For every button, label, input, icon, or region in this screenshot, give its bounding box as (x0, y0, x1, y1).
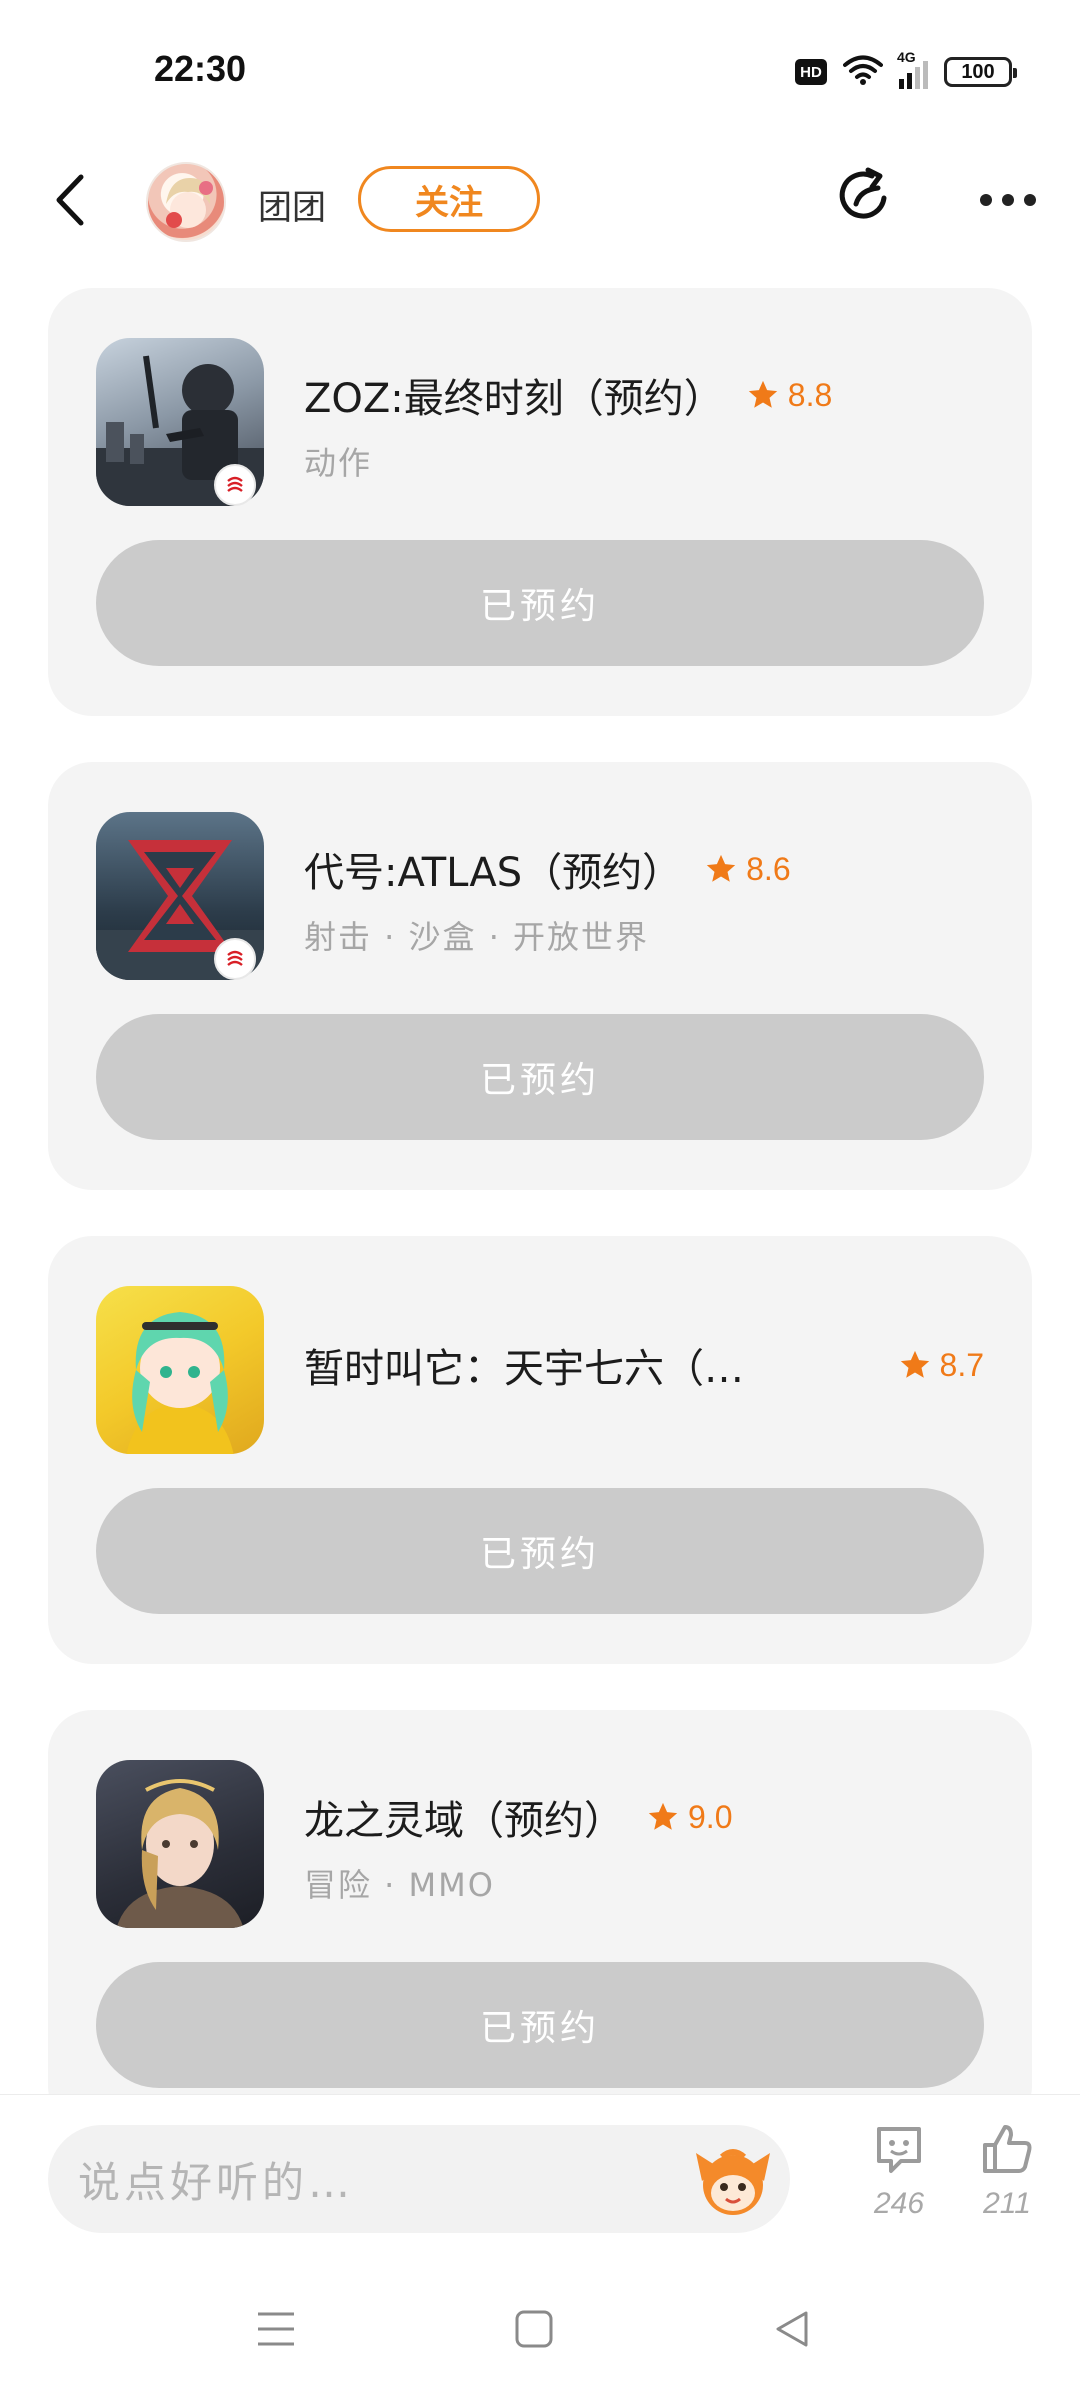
battery-icon: 100 (944, 57, 1017, 87)
comment-input[interactable]: 说点好听的… (48, 2125, 790, 2233)
game-title-row: 代号:ATLAS（预约） 8.6 (304, 840, 984, 898)
home-button[interactable] (494, 2294, 574, 2364)
rating-value: 9.0 (688, 1798, 733, 1835)
game-rating: 8.6 (704, 850, 791, 888)
thumbs-up-icon (983, 2125, 1032, 2173)
star-icon (648, 1802, 678, 1830)
star-icon (748, 380, 777, 408)
game-title-row: 暂时叫它：天宇七六（… 8.7 (304, 1336, 984, 1394)
game-rating: 8.7 (898, 1347, 984, 1384)
like-action[interactable]: 211 (962, 2121, 1052, 2221)
user-name[interactable]: 团团 (258, 180, 326, 229)
game-card[interactable]: 暂时叫它：天宇七六（… 8.7 已预约 (48, 1236, 1032, 1664)
game-title-row: ZOZ:最终时刻（预约） 8.8 (304, 366, 984, 424)
like-count: 211 (983, 2187, 1031, 2220)
share-button[interactable] (830, 150, 900, 240)
reserved-button[interactable]: 已预约 (96, 540, 984, 666)
game-title[interactable]: 代号:ATLAS（预约） (304, 840, 682, 898)
rating-value: 8.7 (939, 1346, 984, 1383)
system-back-button[interactable] (752, 2294, 832, 2364)
star-icon (900, 1350, 929, 1378)
netease-icon (214, 938, 256, 980)
network-type-label: 4G (897, 49, 916, 65)
comment-count: 246 (873, 2187, 925, 2220)
game-rating: 9.0 (646, 1799, 732, 1836)
header: 团团 关注 (0, 140, 1080, 270)
back-icon (56, 174, 84, 226)
reserved-button[interactable]: 已预约 (96, 1014, 984, 1140)
rating-value: 8.8 (787, 376, 833, 413)
back-nav-icon (776, 2311, 808, 2347)
wifi-icon (843, 54, 883, 90)
status-bar: 22:30 HD 4G 100 (0, 0, 1080, 140)
game-title[interactable]: 暂时叫它：天宇七六（… (304, 1336, 744, 1394)
more-icon (980, 194, 992, 206)
share-icon (839, 167, 887, 219)
follow-button[interactable]: 关注 (358, 166, 540, 232)
reserved-button[interactable]: 已预约 (96, 1488, 984, 1614)
game-tags: 射击 · 沙盒 · 开放世界 (304, 918, 650, 956)
star-icon (706, 854, 736, 882)
mascot-icon[interactable] (692, 2139, 774, 2221)
home-icon (515, 2310, 553, 2348)
menu-icon (258, 2312, 294, 2346)
comment-bar: 说点好听的… 246 211 (0, 2094, 1080, 2254)
back-button[interactable] (40, 160, 100, 240)
game-card[interactable]: 龙之灵域（预约） 9.0 冒险 · MMO 已预约 (48, 1710, 1032, 2130)
game-card[interactable]: ZOZ:最终时刻（预约） 8.8 动作 已预约 (48, 288, 1032, 716)
comment-icon (877, 2127, 921, 2173)
rating-value: 8.6 (746, 850, 791, 887)
navigation-bar (0, 2254, 1080, 2400)
game-tags: 动作 (304, 444, 373, 482)
signal-icon: 4G (897, 49, 928, 89)
dragon-game-icon (96, 1760, 264, 1928)
hd-icon: HD (795, 59, 827, 85)
avatar[interactable] (146, 162, 226, 242)
game-tags: 冒险 · MMO (304, 1866, 495, 1904)
comment-action[interactable]: 246 (854, 2121, 944, 2221)
more-button[interactable] (972, 160, 1044, 240)
game-title[interactable]: 龙之灵域（预约） (304, 1788, 624, 1846)
game-card[interactable]: 代号:ATLAS（预约） 8.6 射击 · 沙盒 · 开放世界 已预约 (48, 762, 1032, 1190)
recent-apps-button[interactable] (236, 2294, 316, 2364)
game-rating: 8.8 (746, 377, 832, 414)
status-time: 22:30 (154, 48, 247, 89)
comment-placeholder: 说点好听的… (78, 2157, 355, 2207)
status-icons: HD 4G 100 (795, 49, 1017, 92)
reserved-button[interactable]: 已预约 (96, 1962, 984, 2088)
anime-game-icon (96, 1286, 264, 1454)
netease-icon (214, 464, 256, 506)
game-title[interactable]: ZOZ:最终时刻（预约） (304, 366, 724, 424)
game-title-row: 龙之灵域（预约） 9.0 (304, 1788, 984, 1846)
